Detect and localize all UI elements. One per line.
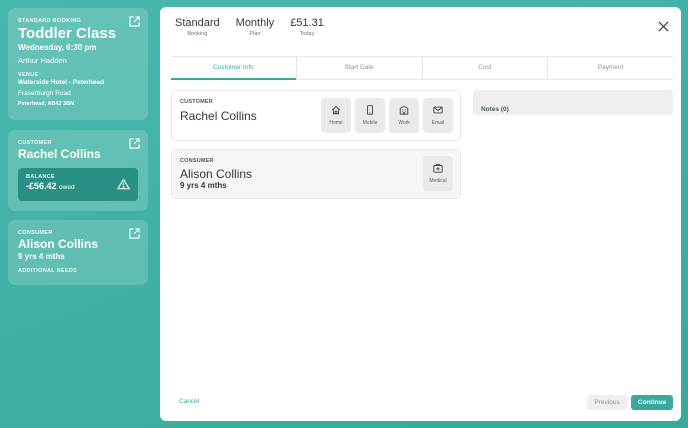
class-datetime: Wednesday, 6:30 pm xyxy=(18,43,97,52)
balance-label: BALANCE xyxy=(26,174,55,180)
summary-today: £51.31 Today xyxy=(290,17,324,38)
consumer-card-name: Alison Collins xyxy=(180,167,253,181)
summary-booking: Standard Booking xyxy=(175,17,220,38)
customer-card-label: CUSTOMER xyxy=(180,99,213,105)
customer-label: CUSTOMER xyxy=(18,140,52,146)
consumer-buttons: Medical xyxy=(423,156,453,191)
venue-postcode: Peterhead, AB42 3BN xyxy=(18,101,75,107)
booking-panel: Standard Booking Monthly Plan £51.31 Tod… xyxy=(160,7,681,421)
balance-box: BALANCE -£56.42 owed xyxy=(18,168,138,201)
medical-label: Medical xyxy=(429,178,447,184)
medical-button[interactable]: Medical xyxy=(423,156,453,191)
venue-name: Waterside Hotel - Peterhead xyxy=(18,79,105,86)
summary-plan-value: Monthly xyxy=(235,17,275,29)
summary-plan: Monthly Plan xyxy=(236,17,275,38)
summary-booking-key: Booking xyxy=(187,31,208,37)
home-label: Home xyxy=(329,120,343,126)
balance-amount: -£56.42 xyxy=(26,181,57,191)
summary-today-value: £51.31 xyxy=(290,17,324,29)
instructor-name: Arthur Hadden xyxy=(18,56,67,65)
booking-card: STANDARD BOOKING Toddler Class Wednesday… xyxy=(8,8,148,120)
notes-section[interactable]: Notes (0) xyxy=(473,90,673,115)
home-button[interactable]: Home xyxy=(321,98,351,133)
tab-bar: Customer Info Start Date Cost Payment xyxy=(171,56,673,80)
booking-summary: Standard Booking Monthly Plan £51.31 Tod… xyxy=(175,17,324,38)
venue-label: VENUE xyxy=(18,72,39,78)
summary-booking-value: Standard xyxy=(175,17,220,29)
customer-contact-card: CUSTOMER Rachel Collins Home Mobile Work xyxy=(171,90,461,141)
work-button[interactable]: Work xyxy=(389,98,419,133)
balance-suffix: owed xyxy=(59,184,75,191)
customer-card: CUSTOMER Rachel Collins BALANCE -£56.42 … xyxy=(8,130,148,211)
email-button[interactable]: Email xyxy=(423,98,453,133)
tab-start-date[interactable]: Start Date xyxy=(295,57,422,79)
customer-name: Rachel Collins xyxy=(18,147,101,161)
close-icon[interactable] xyxy=(658,21,669,32)
consumer-card-label: CONSUMER xyxy=(180,158,214,164)
tab-payment[interactable]: Payment xyxy=(547,57,673,79)
email-label: Email xyxy=(431,120,445,126)
summary-plan-key: Plan xyxy=(249,31,261,37)
consumer-card: CONSUMER Alison Collins 9 yrs 4 mths ADD… xyxy=(8,220,148,285)
notes-label: Notes (0) xyxy=(481,106,509,113)
consumer-name: Alison Collins xyxy=(18,237,99,251)
home-icon xyxy=(331,106,341,115)
class-title: Toddler Class xyxy=(18,25,117,42)
booking-type-label: STANDARD BOOKING xyxy=(18,18,82,24)
tab-customer-info[interactable]: Customer Info xyxy=(171,57,296,80)
consumer-label: CONSUMER xyxy=(18,230,53,236)
consumer-info-card: CONSUMER Alison Collins 9 yrs 4 mths Med… xyxy=(171,149,461,199)
tab-cost[interactable]: Cost xyxy=(421,57,548,79)
mobile-button[interactable]: Mobile xyxy=(355,98,385,133)
cancel-link[interactable]: Cancel xyxy=(179,398,199,405)
customer-card-name: Rachel Collins xyxy=(180,109,257,123)
work-label: Work xyxy=(398,120,410,126)
mobile-icon xyxy=(367,105,373,115)
additional-needs-label: ADDITIONAL NEEDS xyxy=(18,268,78,274)
venue-street: Fraserburgh Road xyxy=(18,90,71,97)
warning-icon xyxy=(117,178,130,190)
mail-icon xyxy=(433,106,443,114)
contact-buttons: Home Mobile Work Email xyxy=(321,98,453,133)
mobile-label: Mobile xyxy=(362,120,378,126)
building-icon xyxy=(399,105,409,115)
previous-button[interactable]: Previous xyxy=(587,395,627,410)
consumer-card-age: 9 yrs 4 mths xyxy=(180,181,227,190)
continue-button[interactable]: Continue xyxy=(631,395,673,410)
balance-amount-line: -£56.42 owed xyxy=(26,181,130,191)
consumer-age: 9 yrs 4 mths xyxy=(18,252,65,261)
medical-kit-icon xyxy=(433,163,443,173)
summary-today-key: Today xyxy=(299,31,315,37)
